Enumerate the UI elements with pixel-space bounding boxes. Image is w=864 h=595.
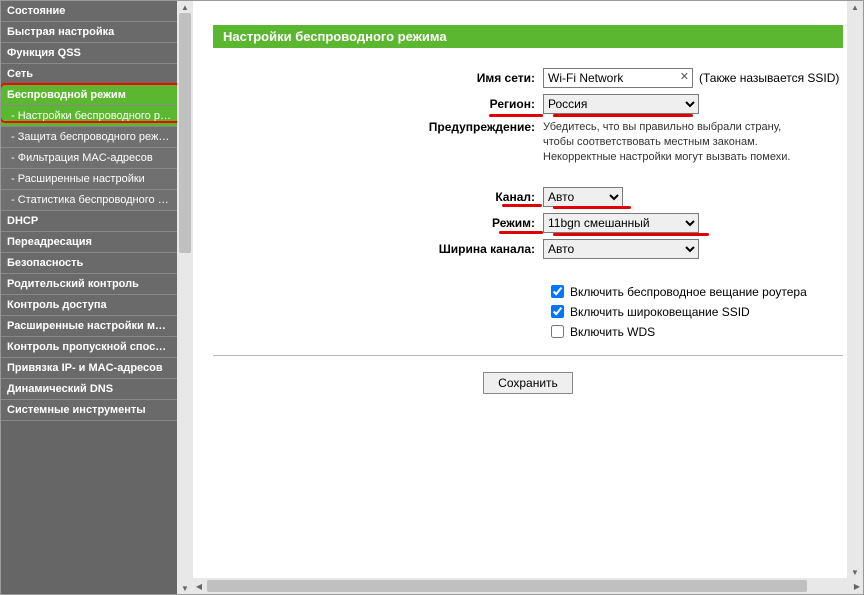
ssid-input[interactable] <box>543 68 693 88</box>
content-area: Настройки беспроводного режима Имя сети:… <box>193 1 863 594</box>
scroll-up-icon[interactable]: ▲ <box>847 1 863 13</box>
checkbox-enable-radio[interactable] <box>551 285 564 298</box>
page-title: Настройки беспроводного режима <box>213 25 843 48</box>
nav-status[interactable]: Состояние <box>1 1 177 22</box>
scroll-up-icon[interactable]: ▲ <box>177 1 193 13</box>
nav-access-control[interactable]: Контроль доступа <box>1 295 177 316</box>
nav-qss[interactable]: Функция QSS <box>1 43 177 64</box>
label-ssid: Имя сети: <box>213 71 543 85</box>
nav-dhcp[interactable]: DHCP <box>1 211 177 232</box>
warning-text: Убедитесь, что вы правильно выбрали стра… <box>543 120 790 165</box>
nav-ip-mac-binding[interactable]: Привязка IP- и MAC-адресов <box>1 358 177 379</box>
checkbox-wds[interactable] <box>551 325 564 338</box>
label-warning: Предупреждение: <box>213 120 543 134</box>
nav-routing[interactable]: Расширенные настройки маршрутизац <box>1 316 177 337</box>
annotation-underline-region-value <box>553 114 693 117</box>
nav-network[interactable]: Сеть <box>1 64 177 85</box>
scroll-left-icon[interactable]: ◀ <box>193 578 205 594</box>
sidebar-nav: Состояние Быстрая настройка Функция QSS … <box>1 1 177 594</box>
label-channel-width: Ширина канала: <box>213 242 543 256</box>
nav-wireless[interactable]: Беспроводной режим <box>1 85 177 106</box>
nav-wireless-stats[interactable]: - Статистика беспроводного режима <box>1 190 177 211</box>
scroll-down-icon[interactable]: ▼ <box>847 566 863 578</box>
label-mode: Режим: <box>213 216 543 230</box>
app-window: Состояние Быстрая настройка Функция QSS … <box>0 0 864 595</box>
scroll-thumb-h[interactable] <box>207 580 807 592</box>
annotation-underline-mode <box>499 231 543 234</box>
nav-mac-filtering[interactable]: - Фильтрация MAC-адресов <box>1 148 177 169</box>
content-scrollbar-vertical[interactable]: ▲ ▼ <box>847 1 863 578</box>
annotation-underline-mode-value <box>553 233 709 236</box>
sidebar-container: Состояние Быстрая настройка Функция QSS … <box>1 1 193 594</box>
checkbox-enable-radio-label: Включить беспроводное вещание роутера <box>570 285 807 299</box>
checkbox-ssid-broadcast-label: Включить широковещание SSID <box>570 305 750 319</box>
channel-width-select[interactable]: Авто <box>543 239 699 259</box>
annotation-underline-channel <box>502 204 542 207</box>
scroll-right-icon[interactable]: ▶ <box>851 578 863 594</box>
ssid-hint: (Также называется SSID) <box>699 71 839 85</box>
nav-wireless-advanced[interactable]: - Расширенные настройки <box>1 169 177 190</box>
nav-parental[interactable]: Родительский контроль <box>1 274 177 295</box>
scroll-thumb[interactable] <box>179 13 191 253</box>
mode-select[interactable]: 11bgn смешанный <box>543 213 699 233</box>
annotation-underline-region <box>489 114 543 117</box>
nav-forwarding[interactable]: Переадресация <box>1 232 177 253</box>
nav-ddns[interactable]: Динамический DNS <box>1 379 177 400</box>
label-channel: Канал: <box>213 190 543 204</box>
annotation-underline-channel-value <box>553 206 631 209</box>
label-region: Регион: <box>213 97 543 111</box>
sidebar-scrollbar[interactable]: ▲ ▼ <box>177 1 193 594</box>
nav-quick-setup[interactable]: Быстрая настройка <box>1 22 177 43</box>
nav-wireless-security[interactable]: - Защита беспроводного режима <box>1 127 177 148</box>
checkbox-wds-label: Включить WDS <box>570 325 655 339</box>
save-button[interactable]: Сохранить <box>483 372 573 394</box>
checkbox-ssid-broadcast[interactable] <box>551 305 564 318</box>
channel-select[interactable]: Авто <box>543 187 623 207</box>
region-select[interactable]: Россия <box>543 94 699 114</box>
nav-system-tools[interactable]: Системные инструменты <box>1 400 177 421</box>
divider <box>213 355 843 356</box>
clear-icon[interactable]: ✕ <box>680 70 689 83</box>
content-scrollbar-horizontal[interactable]: ◀ ▶ <box>193 578 863 594</box>
content-container: Настройки беспроводного режима Имя сети:… <box>193 1 863 594</box>
scroll-down-icon[interactable]: ▼ <box>177 582 193 594</box>
nav-security[interactable]: Безопасность <box>1 253 177 274</box>
nav-wireless-settings[interactable]: - Настройки беспроводного режима <box>1 106 177 127</box>
nav-bandwidth[interactable]: Контроль пропускной способности <box>1 337 177 358</box>
